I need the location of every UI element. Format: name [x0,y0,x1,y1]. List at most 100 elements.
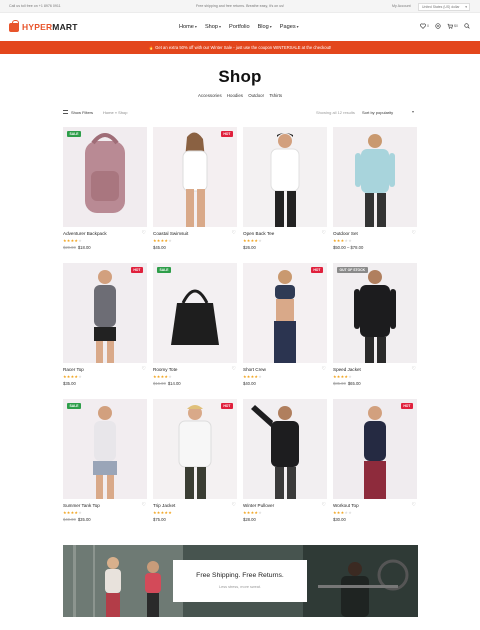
nav-item-portfolio[interactable]: Portfolio [229,24,250,30]
heart-icon[interactable]: ♡ [232,366,236,372]
category-accessories[interactable]: Accessories [198,93,222,98]
promo-image-banner[interactable]: Free Shipping. Free Returns. Less stress… [63,545,418,617]
product-badge: SALE [67,131,82,137]
product-card[interactable]: HOT Racer Top ♡ ★★★★★ $35.00 [63,263,147,390]
compare-button[interactable] [435,23,441,29]
product-image[interactable] [63,263,147,363]
old-price: $40.00 [63,517,76,522]
product-card[interactable]: SALE Summer Tank Top ♡ ★★★★★ $40.00 $35.00 [63,399,147,526]
heart-icon[interactable]: ♡ [142,230,146,236]
product-name[interactable]: Trip Jacket [153,503,175,508]
product-image[interactable] [333,399,417,499]
product-card[interactable]: OUT OF STOCK Speed Jacket ♡ ★★★★★ $85.00 $65.… [333,263,417,390]
category-tshirts[interactable]: Tshirts [269,93,282,98]
heart-icon[interactable]: ♡ [412,502,416,508]
chevron-down-icon: ▾ [412,109,415,114]
product-card[interactable]: Open Back Tee ♡ ★★★★★ $26.00 [243,127,327,254]
product-name[interactable]: Speed Jacket [333,367,361,372]
product-card[interactable]: HOT Workout Top ♡ ★★★★★ $30.00 [333,399,417,526]
star-rating: ★★★★★ [333,374,352,379]
product-image[interactable] [63,399,147,499]
star-rating: ★★★★★ [243,510,262,515]
heart-icon[interactable]: ♡ [142,366,146,372]
product-name[interactable]: Outdoor Set [333,231,358,236]
filter-icon[interactable] [63,110,68,114]
current-price: $45.00 [153,245,166,250]
product-card[interactable]: HOT Coastal Swimsuit ♡ ★★★★★ $45.00 [153,127,237,254]
star-rating: ★★★★★ [153,238,172,243]
product-image[interactable] [243,263,327,363]
nav-item-shop[interactable]: Shop▾ [205,24,221,30]
search-button[interactable] [464,23,470,29]
cart-button[interactable]: $0 [447,23,458,29]
star-icon: ★ [168,510,172,515]
heart-icon[interactable]: ♡ [232,502,236,508]
heart-icon[interactable]: ♡ [232,230,236,236]
product-price: $45.00 [153,245,166,250]
star-icon: ★ [78,374,82,379]
heart-icon[interactable]: ♡ [322,366,326,372]
star-rating: ★★★★★ [243,238,262,243]
heart-icon[interactable]: ♡ [412,366,416,372]
product-card[interactable]: HOT Trip Jacket ♡ ★★★★★ $75.00 [153,399,237,526]
show-filters-button[interactable]: Show Filters [71,110,93,115]
nav-item-blog[interactable]: Blog▾ [258,24,272,30]
heart-icon [420,23,426,29]
product-name[interactable]: Open Back Tee [243,231,274,236]
product-name[interactable]: Adventurer Backpack [63,231,107,236]
product-card[interactable]: SALE Roomy Tote ♡ ★★★★★ $16.00 $14.00 [153,263,237,390]
product-image[interactable] [153,399,237,499]
product-image[interactable] [153,263,237,363]
current-price: $50.00 – $78.00 [333,245,364,250]
product-card[interactable]: SALE Adventurer Backpack ♡ ★★★★★ $20.00 $18.0… [63,127,147,254]
product-image[interactable] [63,127,147,227]
heart-icon[interactable]: ♡ [142,502,146,508]
product-badge: HOT [130,267,143,273]
current-price: $35.00 [77,517,91,522]
product-name[interactable]: Summer Tank Top [63,503,100,508]
star-rating: ★★★★★ [243,374,262,379]
site-logo[interactable]: HYPERMART [9,20,78,32]
star-rating: ★★★★★ [63,510,82,515]
heart-icon[interactable]: ♡ [322,230,326,236]
star-rating: ★★★★★ [63,374,82,379]
currency-select[interactable]: United States (US) dollar ▾ [418,2,470,11]
star-icon: ★ [348,374,352,379]
nav-item-pages[interactable]: Pages▾ [280,24,299,30]
current-price: $65.00 [347,381,361,386]
product-image[interactable] [243,127,327,227]
main-nav: Home▾ Shop▾ Portfolio Blog▾ Pages▾ [179,24,307,30]
my-account-link[interactable]: My Account [392,4,411,8]
product-image[interactable] [153,127,237,227]
promo-banner[interactable]: 🔥 Get an extra 50% off with our Winter S… [0,41,480,54]
product-badge: OUT OF STOCK [337,267,368,273]
current-price: $75.00 [153,517,166,522]
product-name[interactable]: Short Crew [243,367,266,372]
star-icon: ★ [348,510,352,515]
compare-icon [435,23,441,29]
heart-icon[interactable]: ♡ [412,230,416,236]
current-price: $30.00 [333,517,346,522]
product-card[interactable]: Outdoor Set ♡ ★★★★★ $50.00 – $78.00 [333,127,417,254]
product-name[interactable]: Racer Top [63,367,84,372]
heart-icon[interactable]: ♡ [322,502,326,508]
breadcrumb[interactable]: Home » Shop [103,110,127,115]
product-name[interactable]: Workout Top [333,503,359,508]
sort-select[interactable]: Sort by popularity [362,110,393,115]
product-card[interactable]: HOT Short Crew ♡ ★★★★★ $40.00 [243,263,327,390]
product-image[interactable] [333,263,417,363]
category-outdoor[interactable]: Outdoor [248,93,264,98]
product-name[interactable]: Winter Pullover [243,503,274,508]
wishlist-button[interactable]: 0 [420,23,429,29]
product-image[interactable] [333,127,417,227]
current-price: $40.00 [243,381,256,386]
product-card[interactable]: Winter Pullover ♡ ★★★★★ $28.00 [243,399,327,526]
product-name[interactable]: Roomy Tote [153,367,177,372]
promo-text: Get an extra 50% off with our Winter Sal… [155,45,332,50]
product-name[interactable]: Coastal Swimsuit [153,231,188,236]
product-image[interactable] [243,399,327,499]
category-hoodies[interactable]: Hoodies [227,93,243,98]
logo-text: HYPERMART [22,22,78,32]
wishlist-count: 0 [427,24,429,28]
nav-item-home[interactable]: Home▾ [179,24,197,30]
